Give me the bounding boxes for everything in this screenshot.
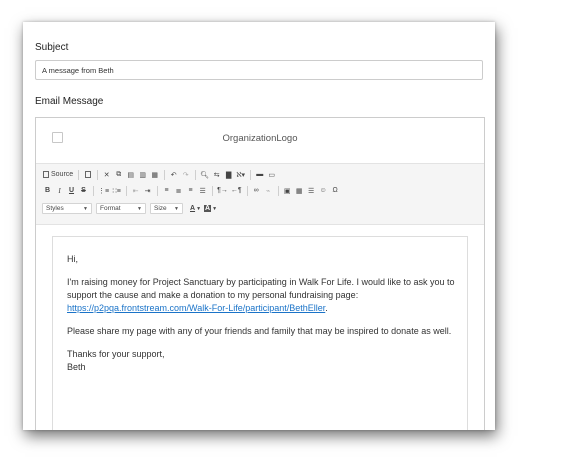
justify-icon[interactable]: ☰ <box>197 185 208 196</box>
bg-color-icon: A <box>204 205 212 212</box>
numbered-list-icon[interactable]: ⋮≡ <box>97 185 110 196</box>
link-icon[interactable]: ∞ <box>251 185 262 196</box>
font-color-icon: A <box>190 205 196 212</box>
smiley-icon[interactable]: ☺ <box>318 185 329 196</box>
message-body[interactable]: Hi, I'm raising money for Project Sanctu… <box>67 253 459 384</box>
toolbar-row-1: Source ✕ ⧉ ▤ ▥ ▦ ↶ ↷ 🔍︎ ⇆ ▇ ℵ▾ ▬ ▭ <box>42 168 278 181</box>
unlink-icon[interactable]: ⌁ <box>263 185 274 196</box>
find-icon[interactable]: 🔍︎ <box>199 169 210 180</box>
select-all-icon[interactable]: ▇ <box>223 169 234 180</box>
paragraph-1-text: I'm raising money for Project Sanctuary … <box>67 277 455 300</box>
bg-color-button[interactable]: A ▼ <box>203 203 218 214</box>
paste-icon[interactable]: ▤ <box>125 169 136 180</box>
copy-icon[interactable]: ⧉ <box>113 169 124 180</box>
chevron-down-icon: ▼ <box>137 205 142 212</box>
paragraph-1-end: . <box>325 303 328 313</box>
toolbar-separator <box>97 169 99 180</box>
toolbar-row-3: Styles ▼ Format ▼ Size ▼ A ▼ A ▼ <box>42 202 219 215</box>
subject-input[interactable]: A message from Beth <box>35 60 483 80</box>
replace-icon[interactable]: ⇆ <box>211 169 222 180</box>
toolbar-separator <box>78 169 80 180</box>
underline-button[interactable]: U <box>66 185 77 196</box>
align-center-icon[interactable]: ≣ <box>173 185 184 196</box>
cut-icon[interactable]: ✕ <box>101 169 112 180</box>
toolbar-separator <box>157 185 159 196</box>
strikethrough-button[interactable]: S <box>78 185 89 196</box>
toolbar-separator <box>246 185 248 196</box>
preview-icon[interactable] <box>82 169 93 180</box>
form-field-icon[interactable]: ▬ <box>254 169 265 180</box>
toolbar-separator <box>126 185 128 196</box>
bold-button[interactable]: B <box>42 185 53 196</box>
font-color-button[interactable]: A ▼ <box>189 203 202 214</box>
chevron-down-icon: ▼ <box>196 205 202 212</box>
paste-text-icon[interactable]: ▥ <box>137 169 148 180</box>
styles-dropdown[interactable]: Styles ▼ <box>42 203 92 214</box>
greeting-text: Hi, <box>67 254 78 264</box>
undo-icon[interactable]: ↶ <box>168 169 179 180</box>
rtl-icon[interactable]: ←¶ <box>230 185 243 196</box>
redo-icon[interactable]: ↷ <box>180 169 191 180</box>
subject-label: Subject <box>35 42 69 53</box>
bulleted-list-icon[interactable]: ∷≡ <box>111 185 122 196</box>
size-label: Size <box>154 205 167 212</box>
toolbar-separator <box>195 169 197 180</box>
toolbar-separator <box>212 185 214 196</box>
signature-text: Beth <box>67 362 86 372</box>
email-message-label: Email Message <box>35 96 104 107</box>
toolbar-separator <box>250 169 252 180</box>
size-dropdown[interactable]: Size ▼ <box>150 203 183 214</box>
toolbar-row-2: B I U S ⋮≡ ∷≡ ⇤ ⇥ ≡ ≣ ≡ ☰ ¶→ ←¶ ∞ ⌁ ▣ ▦ … <box>42 184 342 197</box>
source-label: Source <box>51 171 74 178</box>
outdent-icon[interactable]: ⇤ <box>130 185 141 196</box>
chevron-down-icon: ▼ <box>83 205 88 212</box>
message-paragraph-1: I'm raising money for Project Sanctuary … <box>67 276 459 315</box>
rich-text-editor: OrganizationLogo Source ✕ ⧉ ▤ ▥ ▦ ↶ ↷ 🔍︎… <box>35 117 485 430</box>
spellcheck-icon[interactable]: ℵ▾ <box>235 169 246 180</box>
ltr-icon[interactable]: ¶→ <box>216 185 229 196</box>
organization-logo-text: OrganizationLogo <box>222 133 298 144</box>
align-left-icon[interactable]: ≡ <box>161 185 172 196</box>
source-button[interactable]: Source <box>42 169 74 180</box>
format-dropdown[interactable]: Format ▼ <box>96 203 146 214</box>
editor-content-area[interactable]: Hi, I'm raising money for Project Sanctu… <box>52 236 468 430</box>
image-icon[interactable]: ▣ <box>282 185 293 196</box>
editor-toolbar: Source ✕ ⧉ ▤ ▥ ▦ ↶ ↷ 🔍︎ ⇆ ▇ ℵ▾ ▬ ▭ B I U… <box>36 164 484 225</box>
fundraising-page-link[interactable]: https://p2pqa.frontstream.com/Walk-For-L… <box>67 303 325 313</box>
paste-word-icon[interactable]: ▦ <box>149 169 160 180</box>
text-field-icon[interactable]: ▭ <box>266 169 277 180</box>
horizontal-line-icon[interactable]: ☰ <box>306 185 317 196</box>
special-char-icon[interactable]: Ω <box>330 185 341 196</box>
toolbar-separator <box>277 185 279 196</box>
chevron-down-icon: ▼ <box>212 205 218 212</box>
toolbar-separator <box>93 185 94 196</box>
chevron-down-icon: ▼ <box>174 205 179 212</box>
email-form-card: Subject A message from Beth Email Messag… <box>23 22 495 430</box>
align-right-icon[interactable]: ≡ <box>185 185 196 196</box>
source-doc-icon <box>43 171 49 178</box>
format-label: Format <box>100 205 121 212</box>
styles-label: Styles <box>46 205 64 212</box>
closing-text: Thanks for your support, <box>67 349 165 359</box>
message-paragraph-2: Please share my page with any of your fr… <box>67 326 452 336</box>
organization-logo-row: OrganizationLogo <box>36 118 484 164</box>
indent-icon[interactable]: ⇥ <box>142 185 153 196</box>
italic-button[interactable]: I <box>54 185 65 196</box>
table-icon[interactable]: ▦ <box>294 185 305 196</box>
toolbar-separator <box>164 169 166 180</box>
